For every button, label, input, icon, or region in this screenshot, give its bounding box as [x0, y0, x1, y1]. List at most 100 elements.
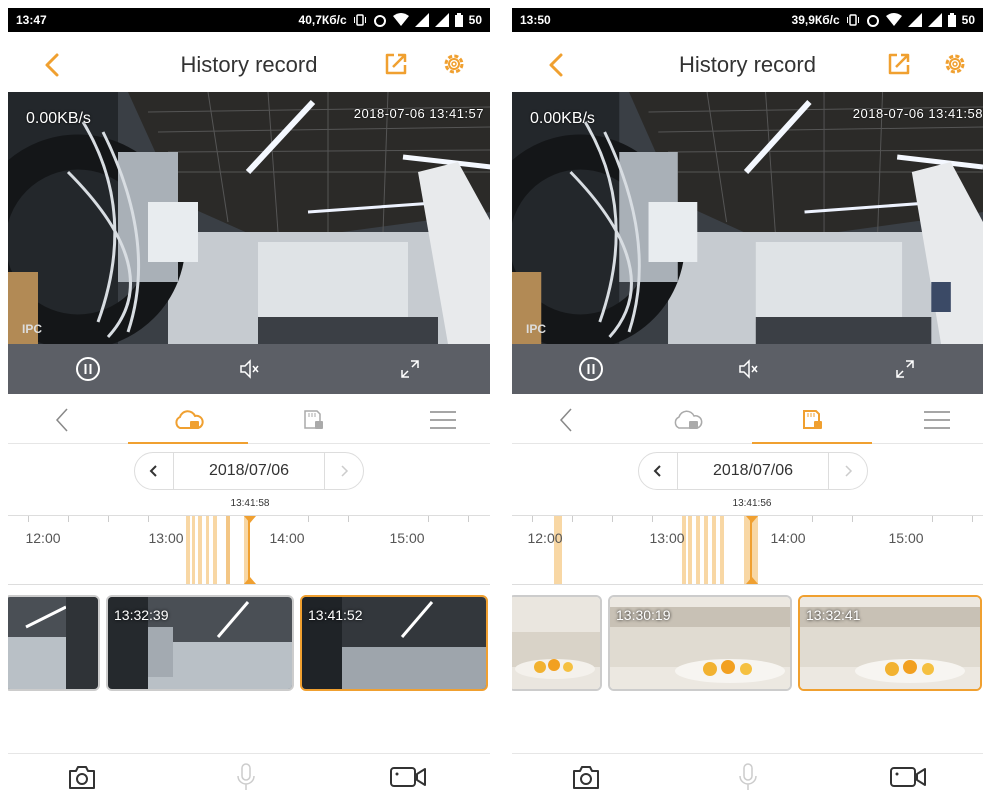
tab-menu[interactable]	[398, 396, 488, 444]
chevron-right-icon	[341, 465, 349, 477]
tick	[348, 516, 349, 522]
playback-controls	[8, 344, 490, 394]
camera-icon[interactable]	[66, 762, 98, 792]
menu-icon	[430, 411, 456, 429]
bottom-toolbar	[8, 753, 490, 795]
clip-time: 13:41:52	[308, 607, 363, 623]
clip-thumbnail-selected[interactable]: 13:41:52	[300, 595, 488, 691]
tab-prev[interactable]	[18, 396, 108, 444]
sd-card-icon	[803, 410, 822, 429]
cursor-marker-bottom	[746, 577, 758, 584]
current-date[interactable]: 2018/07/06	[173, 453, 325, 489]
recording-segment[interactable]	[720, 516, 724, 584]
clip-thumbnail-selected[interactable]: 13:32:41	[798, 595, 982, 691]
video-player[interactable]: 0.00KB/s 2018-07-06 13:41:57 IPC	[8, 92, 490, 344]
record-video-icon[interactable]	[888, 762, 928, 792]
clip-thumbnail[interactable]	[512, 595, 602, 691]
source-tabs	[512, 396, 983, 444]
recording-segment[interactable]	[192, 516, 195, 584]
alarm-icon	[866, 15, 879, 27]
recording-segment[interactable]	[226, 516, 230, 584]
wifi-icon	[885, 13, 902, 26]
video-timestamp: 2018-07-06 13:41:57	[353, 106, 484, 121]
recording-segment[interactable]	[704, 516, 708, 584]
video-player[interactable]: 0.00KB/s 2018-07-06 13:41:58 IPC	[512, 92, 983, 344]
chevron-left-icon	[559, 408, 572, 432]
hour-label: 12:00	[527, 530, 563, 546]
next-date-button[interactable]	[829, 453, 867, 489]
timeline[interactable]: 13:41:56 12:00 13:00 14:00 15:00	[512, 495, 983, 591]
pause-icon[interactable]	[576, 354, 606, 384]
tab-sd-card[interactable]	[752, 396, 872, 444]
back-arrow-icon[interactable]	[38, 50, 68, 80]
back-arrow-icon[interactable]	[542, 50, 572, 80]
recording-segment[interactable]	[206, 516, 209, 584]
cursor-marker-bottom	[244, 577, 256, 584]
record-video-icon[interactable]	[388, 762, 428, 792]
bitrate-label: 0.00KB/s	[26, 110, 91, 127]
signal-icon-2	[927, 13, 942, 27]
microphone-icon[interactable]	[230, 762, 262, 792]
battery-icon	[947, 13, 956, 27]
recording-segment[interactable]	[554, 516, 562, 584]
mute-icon[interactable]	[234, 354, 264, 384]
wifi-icon	[392, 13, 409, 26]
source-tabs	[8, 396, 490, 444]
tick	[428, 516, 429, 522]
fullscreen-icon[interactable]	[890, 354, 920, 384]
app-bar: History record	[8, 40, 490, 90]
timeline-track[interactable]: 12:00 13:00 14:00 15:00	[512, 515, 983, 585]
sd-card-icon	[304, 410, 323, 429]
recording-segment[interactable]	[186, 516, 190, 584]
share-icon[interactable]	[382, 50, 410, 78]
current-date[interactable]: 2018/07/06	[677, 453, 829, 489]
mute-icon[interactable]	[733, 354, 763, 384]
tab-prev[interactable]	[522, 396, 612, 444]
tick	[532, 516, 533, 522]
active-tab-indicator	[752, 442, 872, 444]
recording-segment[interactable]	[198, 516, 202, 584]
clip-time: 13:30:19	[616, 607, 671, 623]
timeline-cursor[interactable]	[750, 516, 752, 584]
vibrate-icon	[353, 14, 366, 26]
tick	[812, 516, 813, 522]
recording-segment[interactable]	[696, 516, 700, 584]
recording-segment[interactable]	[712, 516, 716, 584]
clip-thumbnail[interactable]	[8, 595, 100, 691]
status-bar: 13:47 40,7Кб/с 50	[8, 8, 490, 32]
phone-screen-left: 13:47 40,7Кб/с 50 History record 0.00KB/…	[0, 0, 494, 795]
timeline-track[interactable]: 12:00 13:00 14:00 15:00	[8, 515, 490, 585]
gear-icon[interactable]	[440, 50, 468, 78]
chevron-left-icon	[149, 465, 157, 477]
camera-icon[interactable]	[570, 762, 602, 792]
gear-icon[interactable]	[941, 50, 969, 78]
battery-level: 50	[468, 13, 482, 27]
prev-date-button[interactable]	[135, 453, 173, 489]
tick	[572, 516, 573, 522]
clip-thumbnail[interactable]: 13:32:39	[106, 595, 294, 691]
battery-level: 50	[961, 13, 975, 27]
recording-segment[interactable]	[213, 516, 217, 584]
cursor-marker-top	[244, 516, 256, 523]
timeline-cursor[interactable]	[248, 516, 250, 584]
battery-icon	[454, 13, 463, 27]
prev-date-button[interactable]	[639, 453, 677, 489]
microphone-icon[interactable]	[732, 762, 764, 792]
hour-label: 15:00	[888, 530, 924, 546]
tab-cloud[interactable]	[128, 396, 248, 444]
bitrate-label: 0.00KB/s	[530, 110, 595, 127]
share-icon[interactable]	[885, 50, 913, 78]
clip-thumbnail[interactable]: 13:30:19	[608, 595, 792, 691]
next-date-button[interactable]	[325, 453, 363, 489]
tab-menu[interactable]	[892, 396, 982, 444]
tab-cloud[interactable]	[627, 396, 747, 444]
hour-label: 13:00	[649, 530, 685, 546]
recording-segment[interactable]	[688, 516, 692, 584]
signal-icon	[907, 13, 922, 27]
recording-segment[interactable]	[682, 516, 686, 584]
timeline[interactable]: 13:41:58 12:00 13:00 14:00 15:00	[8, 495, 490, 591]
tab-sd-card[interactable]	[253, 396, 373, 444]
fullscreen-icon[interactable]	[395, 354, 425, 384]
pause-icon[interactable]	[73, 354, 103, 384]
video-timestamp: 2018-07-06 13:41:58	[852, 106, 983, 121]
